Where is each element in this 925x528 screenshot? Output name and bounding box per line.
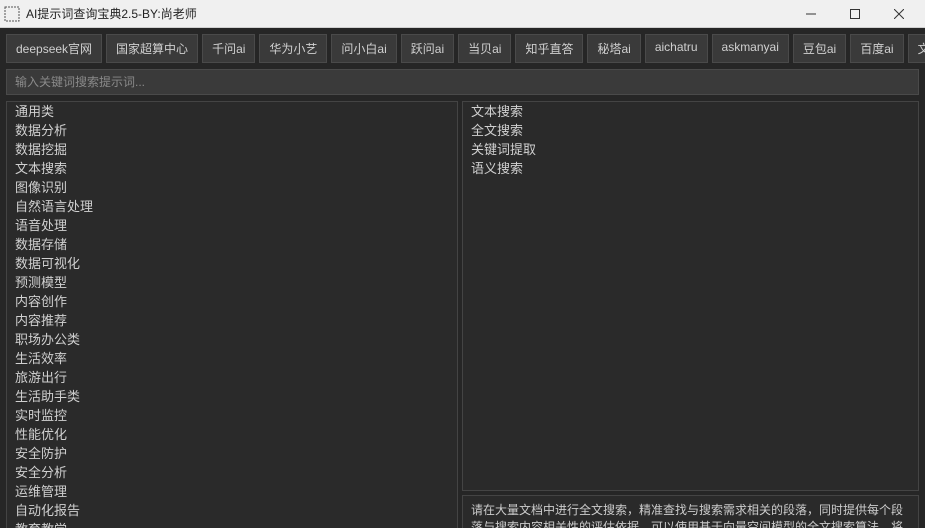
toolbar-button[interactable]: aichatru [645, 34, 708, 63]
sub-list: 文本搜索 全文搜索 关键词提取 语义搜索 [463, 102, 918, 178]
close-button[interactable] [877, 0, 921, 28]
main-split: 通用类 数据分析 数据挖掘 文本搜索 图像识别 自然语言处理 语音处理 数据存储… [6, 101, 919, 528]
search-row [6, 69, 919, 95]
list-item[interactable]: 安全防护 [7, 444, 457, 463]
list-item[interactable]: 内容推荐 [7, 311, 457, 330]
list-item[interactable]: 生活效率 [7, 349, 457, 368]
list-item[interactable]: 安全分析 [7, 463, 457, 482]
list-item[interactable]: 教育教学 [7, 520, 457, 528]
toolbar: deepseek官网 国家超算中心 千问ai 华为小艺 问小白ai 跃问ai 当… [6, 34, 919, 63]
maximize-button[interactable] [833, 0, 877, 28]
search-input[interactable] [6, 69, 919, 95]
list-item[interactable]: 语义搜索 [463, 159, 918, 178]
window-title: AI提示词查询宝典2.5-BY:尚老师 [26, 5, 789, 22]
list-item[interactable]: 全文搜索 [463, 121, 918, 140]
description-box: 请在大量文档中进行全文搜索，精准查找与搜索需求相关的段落，同时提供每个段落与搜索… [462, 495, 919, 528]
list-item[interactable]: 文本搜索 [7, 159, 457, 178]
list-item[interactable]: 数据存储 [7, 235, 457, 254]
client-area: deepseek官网 国家超算中心 千问ai 华为小艺 问小白ai 跃问ai 当… [0, 28, 925, 528]
toolbar-button[interactable]: 跃问ai [401, 34, 454, 63]
list-item[interactable]: 数据分析 [7, 121, 457, 140]
list-item[interactable]: 通用类 [7, 102, 457, 121]
app-icon [4, 6, 20, 22]
list-item[interactable]: 数据挖掘 [7, 140, 457, 159]
list-item[interactable]: 自然语言处理 [7, 197, 457, 216]
list-item[interactable]: 语音处理 [7, 216, 457, 235]
right-column: 文本搜索 全文搜索 关键词提取 语义搜索 请在大量文档中进行全文搜索，精准查找与… [462, 101, 919, 528]
toolbar-button[interactable]: 千问ai [202, 34, 255, 63]
category-list-pane[interactable]: 通用类 数据分析 数据挖掘 文本搜索 图像识别 自然语言处理 语音处理 数据存储… [6, 101, 458, 528]
toolbar-button[interactable]: 当贝ai [458, 34, 511, 63]
toolbar-button[interactable]: 百度ai [850, 34, 903, 63]
list-item[interactable]: 图像识别 [7, 178, 457, 197]
toolbar-button[interactable]: 华为小艺 [259, 34, 327, 63]
category-list: 通用类 数据分析 数据挖掘 文本搜索 图像识别 自然语言处理 语音处理 数据存储… [7, 102, 457, 528]
list-item[interactable]: 内容创作 [7, 292, 457, 311]
list-item[interactable]: 数据可视化 [7, 254, 457, 273]
toolbar-button[interactable]: deepseek官网 [6, 34, 102, 63]
toolbar-button[interactable]: 国家超算中心 [106, 34, 198, 63]
toolbar-button[interactable]: 文生图 [908, 34, 925, 63]
minimize-button[interactable] [789, 0, 833, 28]
list-item[interactable]: 预测模型 [7, 273, 457, 292]
toolbar-button[interactable]: 豆包ai [793, 34, 846, 63]
list-item[interactable]: 实时监控 [7, 406, 457, 425]
list-item[interactable]: 文本搜索 [463, 102, 918, 121]
list-item[interactable]: 自动化报告 [7, 501, 457, 520]
toolbar-button[interactable]: 问小白ai [331, 34, 396, 63]
list-item[interactable]: 关键词提取 [463, 140, 918, 159]
sub-list-pane[interactable]: 文本搜索 全文搜索 关键词提取 语义搜索 [462, 101, 919, 491]
list-item[interactable]: 职场办公类 [7, 330, 457, 349]
toolbar-button[interactable]: 秘塔ai [587, 34, 640, 63]
list-item[interactable]: 生活助手类 [7, 387, 457, 406]
toolbar-button[interactable]: askmanyai [712, 34, 789, 63]
titlebar: AI提示词查询宝典2.5-BY:尚老师 [0, 0, 925, 28]
list-item[interactable]: 性能优化 [7, 425, 457, 444]
list-item[interactable]: 旅游出行 [7, 368, 457, 387]
toolbar-button[interactable]: 知乎直答 [515, 34, 583, 63]
list-item[interactable]: 运维管理 [7, 482, 457, 501]
window-buttons [789, 0, 921, 27]
